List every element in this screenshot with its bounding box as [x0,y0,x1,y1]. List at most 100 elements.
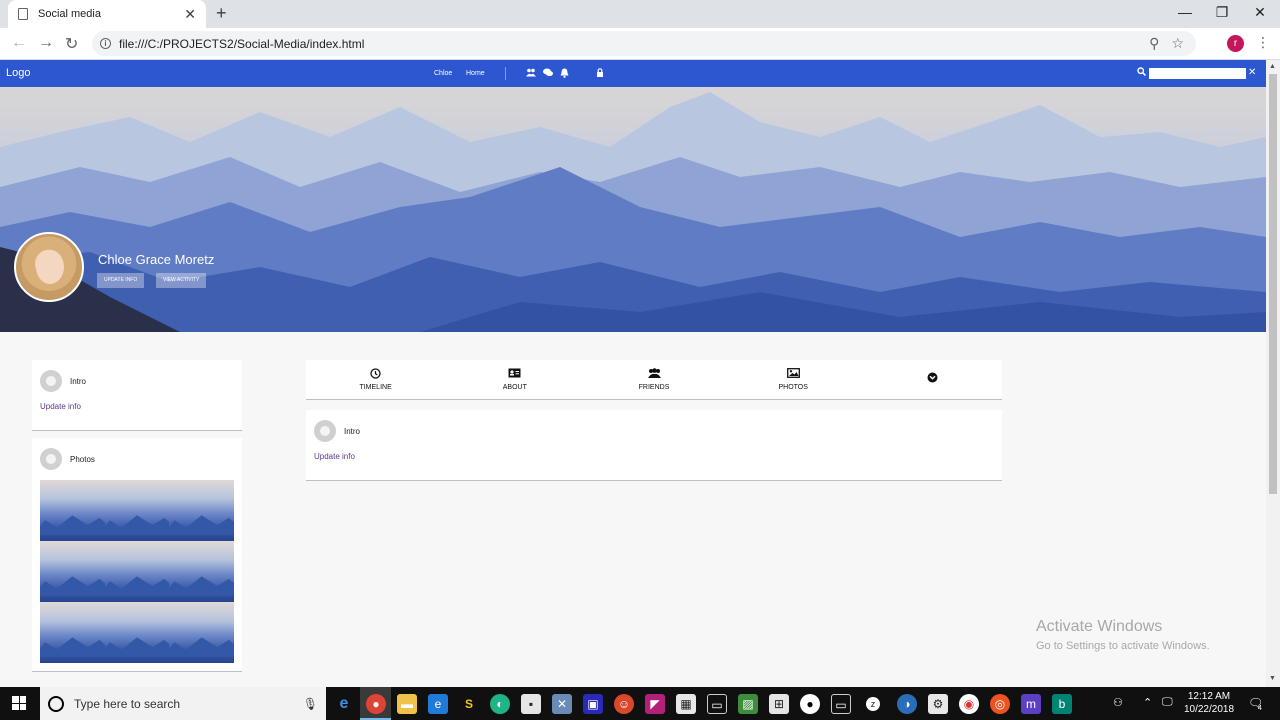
chrome-canary-icon[interactable]: ◉ [959,694,979,714]
card-title: Intro [344,426,361,436]
main-intro-card: Intro Update info [306,410,1002,481]
profile-avatar-photo[interactable] [14,232,84,302]
bookmark-star-icon[interactable]: ☆ [1171,35,1184,52]
github-icon[interactable]: ● [800,694,820,714]
info-icon[interactable]: i [100,38,111,49]
store-bag-icon[interactable]: ⊞ [769,694,789,714]
photo-thumbnail[interactable] [169,541,234,602]
image-app-icon[interactable]: ▨ [738,694,758,714]
photo-grid [40,480,234,663]
nav-divider [505,67,506,80]
update-info-link[interactable]: Update info [314,452,355,461]
zoom-icon[interactable]: ⚲ [1149,35,1159,52]
scroll-thumb[interactable] [1269,74,1277,494]
photo-thumbnail[interactable] [104,602,170,663]
tab-about[interactable]: ABOUT [445,360,584,399]
new-tab-icon[interactable]: + [216,3,227,24]
site-logo[interactable]: Logo [6,67,30,79]
tab-photos[interactable]: PHOTOS [724,360,863,399]
file-explorer-icon[interactable]: ▬ [397,694,417,714]
windows-taskbar: Type here to search 🎙 e ● ▬ e S ◐ ▪ ✕ ▣ … [0,687,1280,720]
photo-thumbnail[interactable] [40,602,105,663]
browser-tab[interactable]: Social media ✕ [8,0,206,28]
close-window-icon[interactable]: ✕ [1245,4,1275,21]
browser-tab-bar: Social media ✕ + — ❐ ✕ [0,0,1280,28]
reload-icon[interactable]: ↻ [65,34,78,54]
menu-icon[interactable]: ⋮ [1256,34,1270,51]
m-app-icon[interactable]: m [1021,694,1041,714]
nav-link-home[interactable]: Home [466,70,485,77]
update-info-button[interactable]: UPDATE INFO [97,273,145,288]
friends-icon[interactable] [526,68,536,79]
ie-app-icon[interactable]: e [428,694,448,714]
clock-time: 12:12 AM [1187,691,1231,702]
microphone-icon[interactable]: 🎙 [303,697,318,711]
maximize-icon[interactable]: ❐ [1207,4,1237,21]
page-scrollbar[interactable]: ▲ ▼ [1266,60,1280,687]
profile-name: Chloe Grace Moretz [98,252,215,267]
card-header: Intro [314,420,360,442]
tab-label: FRIENDS [638,384,670,391]
green-app-icon[interactable]: ◐ [490,694,510,714]
image-icon [786,368,800,381]
mountain-landscape [0,92,1266,332]
minimize-icon[interactable]: — [1170,4,1200,20]
page-viewport: Logo Chloe Home ✕ Chloe Grace Moretz UPD… [0,60,1266,687]
search-icon[interactable] [1137,67,1147,79]
lock-icon[interactable] [596,68,604,79]
photo-thumbnail[interactable] [104,541,170,602]
sidebar-intro-card: Intro Update info [32,360,242,431]
nav-link-chloe[interactable]: Chloe [434,70,452,77]
taskbar-clock[interactable]: 12:12 AM 10/22/2018 [1180,690,1238,716]
photo-thumbnail[interactable] [40,480,105,541]
z-app-icon[interactable]: z [866,697,880,711]
search-clear-icon[interactable]: ✕ [1248,67,1256,78]
messages-icon[interactable] [543,68,553,79]
profile-avatar[interactable]: r [1227,35,1244,52]
tab-label: ABOUT [502,384,527,391]
network-icon[interactable]: 🖵 [1162,696,1173,709]
monitor-app-icon[interactable]: ▣ [583,694,603,714]
forward-icon[interactable]: → [38,34,54,52]
window-app-icon[interactable]: ▭ [707,694,727,714]
windows-start-icon[interactable] [12,696,26,710]
photo-thumbnail[interactable] [40,541,105,602]
placeholder-circle-icon [40,370,62,392]
tool-app-icon[interactable]: ✕ [552,694,572,714]
close-tab-icon[interactable]: ✕ [184,6,196,23]
tab-more[interactable] [863,360,1002,399]
s-app-icon[interactable]: S [459,694,479,714]
taskbar-search-text[interactable]: Type here to search [74,697,303,711]
update-info-link[interactable]: Update info [40,402,81,411]
tab-friends[interactable]: FRIENDS [584,360,723,399]
edge-icon[interactable]: e [334,694,354,714]
back-icon[interactable]: ← [11,34,27,52]
people-icon[interactable]: ⚇ [1113,696,1123,709]
bell-icon[interactable] [560,68,569,80]
tray-chevron-icon[interactable]: ⌃ [1143,696,1152,709]
photo-thumbnail[interactable] [169,602,234,663]
document-app-icon[interactable]: ▦ [676,694,696,714]
photo-thumbnail[interactable] [169,480,234,541]
pink-app-icon[interactable]: ◤ [645,694,665,714]
store-app-icon[interactable]: ▪ [521,694,541,714]
view-activity-button[interactable]: VIEW ACTIVITY [156,273,207,288]
chrome-icon[interactable]: ● [366,694,386,714]
ubuntu-icon[interactable]: ◎ [990,694,1010,714]
profile-tabs: TIMELINE ABOUT FRIENDS PHOTOS [306,360,1002,400]
taskbar-search-box[interactable]: Type here to search 🎙 [40,687,326,720]
blue-circle-app-icon[interactable]: ◑ [897,694,917,714]
tab-timeline[interactable]: TIMELINE [306,360,445,399]
tab-label: TIMELINE [359,384,392,391]
settings-app-icon[interactable]: ⚙ [928,694,948,714]
search-input[interactable] [1149,68,1246,79]
bing-icon[interactable]: b [1052,694,1072,714]
scroll-down-icon[interactable]: ▼ [1269,675,1276,682]
url-text[interactable]: file:///C:/PROJECTS2/Social-Media/index.… [119,37,1149,51]
scroll-up-icon[interactable]: ▲ [1269,63,1276,70]
address-bar[interactable]: i file:///C:/PROJECTS2/Social-Media/inde… [92,31,1196,56]
photo-thumbnail[interactable] [104,480,170,541]
red-app-icon[interactable]: ☺ [614,694,634,714]
card-header: Photos [40,448,95,470]
window2-app-icon[interactable]: ▭ [831,694,851,714]
